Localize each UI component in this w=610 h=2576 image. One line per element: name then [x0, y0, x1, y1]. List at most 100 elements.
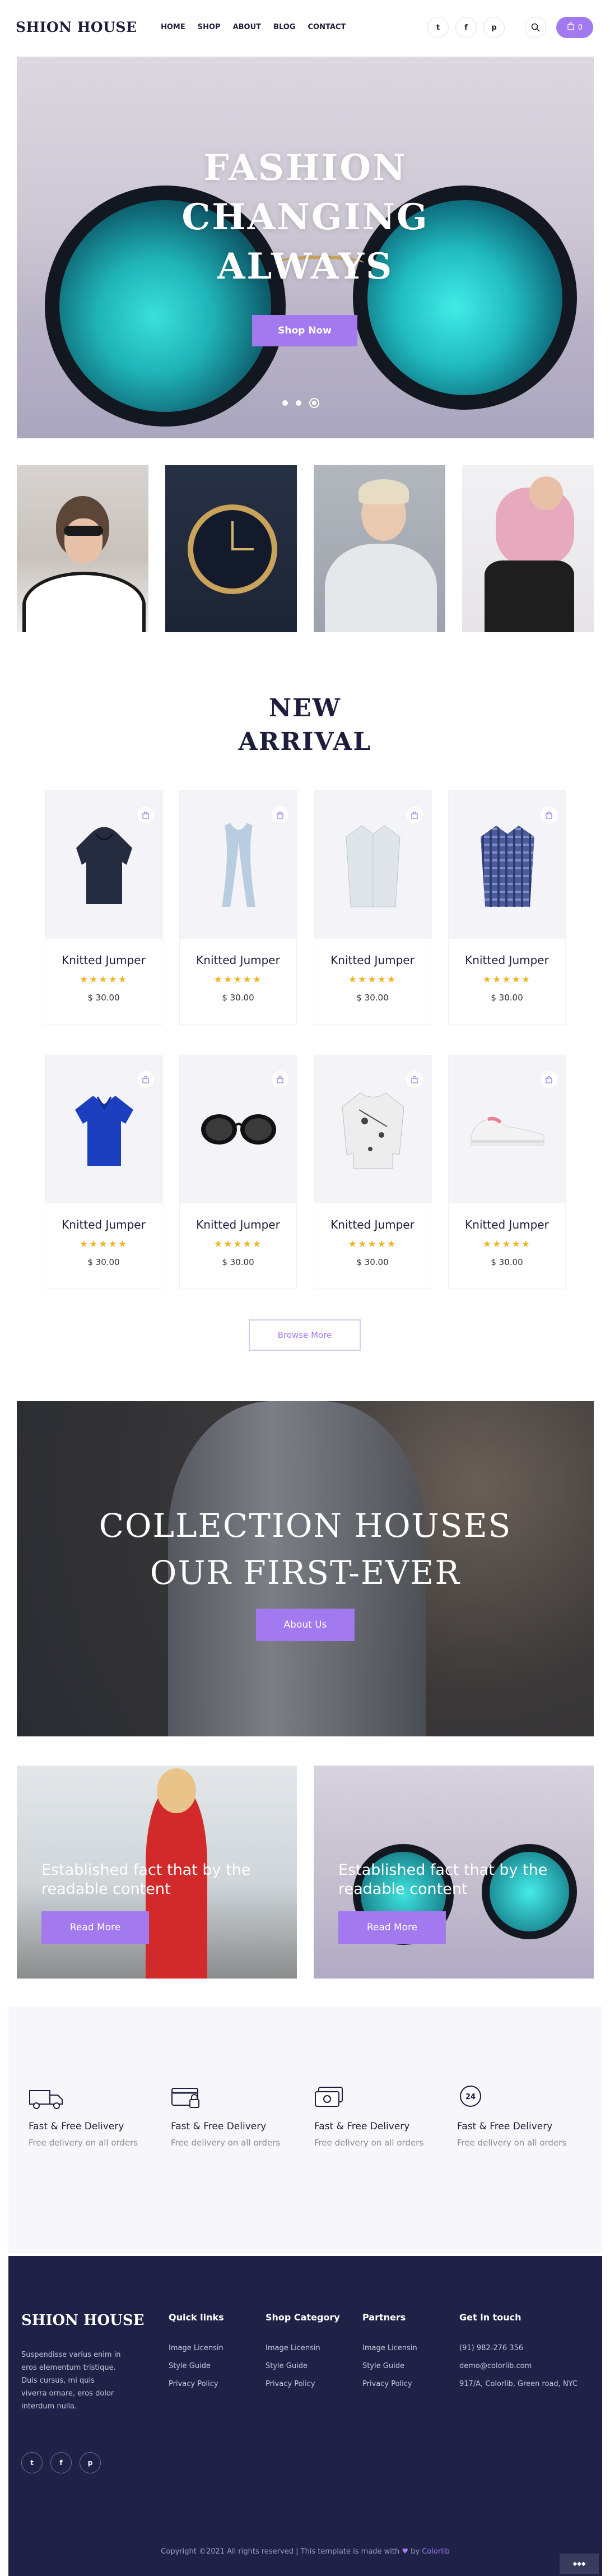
- add-to-cart-icon[interactable]: [406, 1071, 423, 1088]
- product-card[interactable]: Knitted Jumper ★★★★★ $ 30.00: [314, 1055, 432, 1289]
- nav-home[interactable]: HOME: [161, 23, 185, 31]
- feature-desc: Free delivery on all orders: [314, 2138, 424, 2148]
- shop-now-button[interactable]: Shop Now: [252, 315, 357, 346]
- add-to-cart-icon[interactable]: [541, 807, 557, 823]
- pinterest-icon[interactable]: p: [80, 2452, 101, 2473]
- product-card[interactable]: Knitted Jumper ★★★★★ $ 30.00: [448, 1055, 566, 1289]
- footer-phone[interactable]: (91) 982-276 356: [459, 2344, 578, 2352]
- product-name[interactable]: Knitted Jumper: [314, 1218, 431, 1231]
- promo-card: Established fact that by the readable co…: [17, 1766, 297, 1979]
- new-arrival-title: NEW ARRIVAL: [0, 692, 610, 759]
- slider-dot[interactable]: [296, 400, 301, 406]
- footer-link[interactable]: Image Licensin: [169, 2344, 224, 2352]
- about-us-button[interactable]: About Us: [256, 1609, 355, 1641]
- product-card[interactable]: Knitted Jumper ★★★★★ $ 30.00: [448, 790, 566, 1025]
- banner-title: COLLECTION HOUSES OUR FIRST-EVER: [17, 1502, 594, 1596]
- add-to-cart-icon[interactable]: [137, 807, 154, 823]
- nav-about[interactable]: ABOUT: [233, 23, 261, 31]
- read-more-button[interactable]: Read More: [41, 1911, 149, 1944]
- product-image[interactable]: [180, 791, 297, 939]
- facebook-icon[interactable]: f: [455, 17, 477, 38]
- banner-title-line: COLLECTION HOUSES: [99, 1507, 512, 1545]
- search-icon[interactable]: [525, 17, 546, 38]
- pinterest-icon[interactable]: p: [483, 17, 505, 38]
- site-logo[interactable]: SHION HOUSE: [16, 19, 137, 35]
- product-image[interactable]: [45, 1055, 163, 1203]
- product-name[interactable]: Knitted Jumper: [314, 953, 431, 967]
- gallery-image-woman-sunglasses[interactable]: [17, 465, 148, 632]
- hero-title: FASHION CHANGING ALWAYS: [17, 143, 594, 291]
- footer-link[interactable]: Style Guide: [266, 2362, 340, 2370]
- product-rating: ★★★★★: [79, 974, 128, 985]
- slider-dot[interactable]: [282, 400, 288, 406]
- footer-link[interactable]: Style Guide: [169, 2362, 224, 2370]
- product-price: $ 30.00: [356, 993, 389, 1003]
- product-image[interactable]: [314, 1055, 432, 1203]
- nav-contact[interactable]: CONTACT: [308, 23, 346, 31]
- slider-dot-active[interactable]: [309, 398, 319, 408]
- product-card[interactable]: Knitted Jumper ★★★★★ $ 30.00: [45, 1055, 163, 1289]
- feature-title: Fast & Free Delivery: [457, 2121, 553, 2132]
- site-footer: SHION HOUSE Suspendisse varius enim in e…: [8, 2256, 602, 2576]
- footer-email[interactable]: demo@colorlib.com: [459, 2362, 578, 2370]
- nav-blog[interactable]: BLOG: [273, 23, 295, 31]
- section-title-line: NEW: [268, 694, 342, 722]
- footer-address: 917/A, Colorlib, Green road, NYC: [459, 2380, 578, 2388]
- add-to-cart-icon[interactable]: [137, 1071, 154, 1088]
- money-icon: [314, 2081, 353, 2110]
- add-to-cart-icon[interactable]: [272, 807, 288, 823]
- copyright: Copyright ©2021 All rights reserved | Th…: [8, 2547, 602, 2556]
- support-24-icon: 24: [457, 2081, 496, 2110]
- gallery-image-woman-hoodie[interactable]: [314, 465, 445, 632]
- product-card[interactable]: Knitted Jumper ★★★★★ $ 30.00: [179, 790, 297, 1025]
- footer-heading: Shop Category: [266, 2312, 340, 2323]
- feature-item: 24 Fast & Free Delivery Free delivery on…: [457, 2081, 586, 2148]
- product-image[interactable]: [449, 791, 566, 939]
- product-image[interactable]: [314, 791, 432, 939]
- collection-banner: COLLECTION HOUSES OUR FIRST-EVER About U…: [17, 1401, 594, 1736]
- product-rating: ★★★★★: [348, 1239, 397, 1250]
- product-name[interactable]: Knitted Jumper: [45, 1218, 162, 1231]
- product-image[interactable]: [180, 1055, 297, 1203]
- promo-text: Established fact that by the readable co…: [41, 1861, 251, 1898]
- footer-link[interactable]: Privacy Policy: [362, 2380, 417, 2388]
- facebook-icon[interactable]: f: [50, 2452, 72, 2473]
- product-name[interactable]: Knitted Jumper: [449, 953, 565, 967]
- add-to-cart-icon[interactable]: [541, 1071, 557, 1088]
- product-image[interactable]: [45, 791, 163, 939]
- product-card[interactable]: Knitted Jumper ★★★★★ $ 30.00: [179, 1055, 297, 1289]
- product-name[interactable]: Knitted Jumper: [180, 953, 296, 967]
- footer-link[interactable]: Style Guide: [362, 2362, 417, 2370]
- footer-link[interactable]: Privacy Policy: [169, 2380, 224, 2388]
- add-to-cart-icon[interactable]: [272, 1071, 288, 1088]
- product-name[interactable]: Knitted Jumper: [180, 1218, 296, 1231]
- product-name[interactable]: Knitted Jumper: [45, 953, 162, 967]
- gallery-image-watch[interactable]: [165, 465, 297, 632]
- feature-item: Fast & Free Delivery Free delivery on al…: [29, 2081, 157, 2148]
- product-rating: ★★★★★: [482, 974, 532, 985]
- product-name[interactable]: Knitted Jumper: [449, 1218, 565, 1231]
- twitter-icon[interactable]: t: [427, 17, 449, 38]
- footer-link[interactable]: Privacy Policy: [266, 2380, 340, 2388]
- product-image[interactable]: [449, 1055, 566, 1203]
- add-to-cart-icon[interactable]: [406, 807, 423, 823]
- product-card[interactable]: Knitted Jumper ★★★★★ $ 30.00: [45, 790, 163, 1025]
- browse-more-button[interactable]: Browse More: [249, 1319, 361, 1351]
- footer-link[interactable]: Image Licensin: [362, 2344, 417, 2352]
- product-price: $ 30.00: [87, 1257, 120, 1267]
- read-more-button[interactable]: Read More: [338, 1911, 446, 1944]
- cart-button[interactable]: 0: [556, 17, 593, 38]
- product-card[interactable]: Knitted Jumper ★★★★★ $ 30.00: [314, 790, 432, 1025]
- feature-title: Fast & Free Delivery: [314, 2121, 410, 2132]
- footer-link[interactable]: Image Licensin: [266, 2344, 340, 2352]
- twitter-icon[interactable]: t: [21, 2452, 43, 2473]
- hero-title-line: CHANGING: [181, 196, 429, 238]
- delivery-truck-icon: [29, 2081, 68, 2110]
- gallery-image-woman-pink-jacket[interactable]: [462, 465, 594, 632]
- watermark-logo: ◆◆◆: [560, 2554, 599, 2574]
- footer-logo[interactable]: SHION HOUSE: [21, 2312, 144, 2329]
- copyright-brand-link[interactable]: Colorlib: [422, 2547, 449, 2556]
- nav-shop[interactable]: SHOP: [198, 23, 221, 31]
- hero-slider: FASHION CHANGING ALWAYS Shop Now: [17, 57, 594, 438]
- feature-title: Fast & Free Delivery: [171, 2121, 267, 2132]
